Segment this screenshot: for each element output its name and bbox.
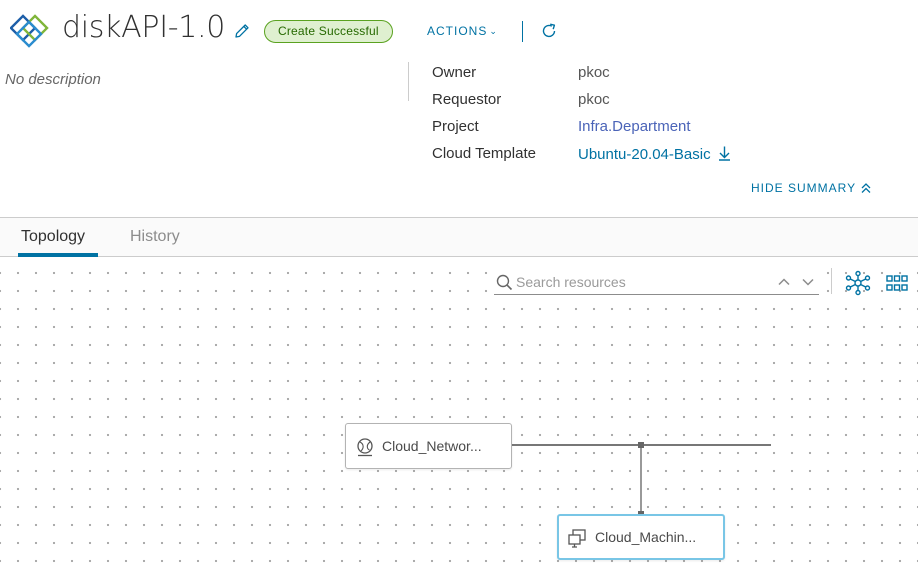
tab-bar: Topology History <box>0 217 918 257</box>
page-header: diskAPI-1.0 Create Successful ACTIONS ⌄ <box>0 0 918 62</box>
topology-view-icon[interactable] <box>845 270 871 296</box>
cloud-template-value: Ubuntu-20.04-Basic <box>578 145 732 163</box>
page-title: diskAPI-1.0 <box>62 10 226 45</box>
tab-topology[interactable]: Topology <box>21 228 85 246</box>
chevron-down-icon: ⌄ <box>489 26 498 36</box>
chevron-down-icon[interactable] <box>800 274 816 290</box>
status-badge: Create Successful <box>264 20 393 43</box>
topology-canvas[interactable] <box>0 258 918 577</box>
topology-node-cloud-network[interactable]: Cloud_Networ... <box>345 423 512 469</box>
node-label: Cloud_Networ... <box>382 438 482 454</box>
refresh-icon[interactable] <box>540 22 558 40</box>
node-label: Cloud_Machin... <box>595 529 697 545</box>
search-input[interactable] <box>516 271 766 293</box>
project-label: Project <box>432 118 479 135</box>
active-tab-indicator <box>18 253 98 257</box>
project-link[interactable]: Infra.Department <box>578 118 691 135</box>
topology-node-cloud-machine[interactable]: Cloud_Machin... <box>557 514 725 560</box>
hide-summary-button[interactable]: HIDE SUMMARY <box>751 181 872 195</box>
deployment-logo-icon <box>10 14 49 48</box>
toolbar-divider <box>831 268 832 294</box>
hide-summary-label: HIDE SUMMARY <box>751 181 857 195</box>
download-icon[interactable] <box>717 145 732 161</box>
grid-view-icon[interactable] <box>886 274 908 292</box>
owner-label: Owner <box>432 64 477 81</box>
network-icon <box>357 438 373 457</box>
requestor-value: pkoc <box>578 91 610 108</box>
tab-history[interactable]: History <box>130 228 180 246</box>
machine-icon <box>568 529 586 548</box>
chevron-up-icon[interactable] <box>776 274 792 290</box>
actions-label: ACTIONS <box>427 24 488 38</box>
header-divider <box>522 21 523 42</box>
search-icon <box>496 274 513 291</box>
actions-dropdown-button[interactable]: ACTIONS ⌄ <box>427 24 498 38</box>
cloud-template-link[interactable]: Ubuntu-20.04-Basic <box>578 146 711 163</box>
summary-divider <box>408 62 409 101</box>
owner-value: pkoc <box>578 64 610 81</box>
deployment-description: No description <box>5 71 101 88</box>
cloud-template-label: Cloud Template <box>432 145 536 162</box>
search-resources <box>494 269 819 295</box>
requestor-label: Requestor <box>432 91 502 108</box>
pencil-icon[interactable] <box>233 22 251 40</box>
double-chevron-up-icon <box>861 183 871 193</box>
